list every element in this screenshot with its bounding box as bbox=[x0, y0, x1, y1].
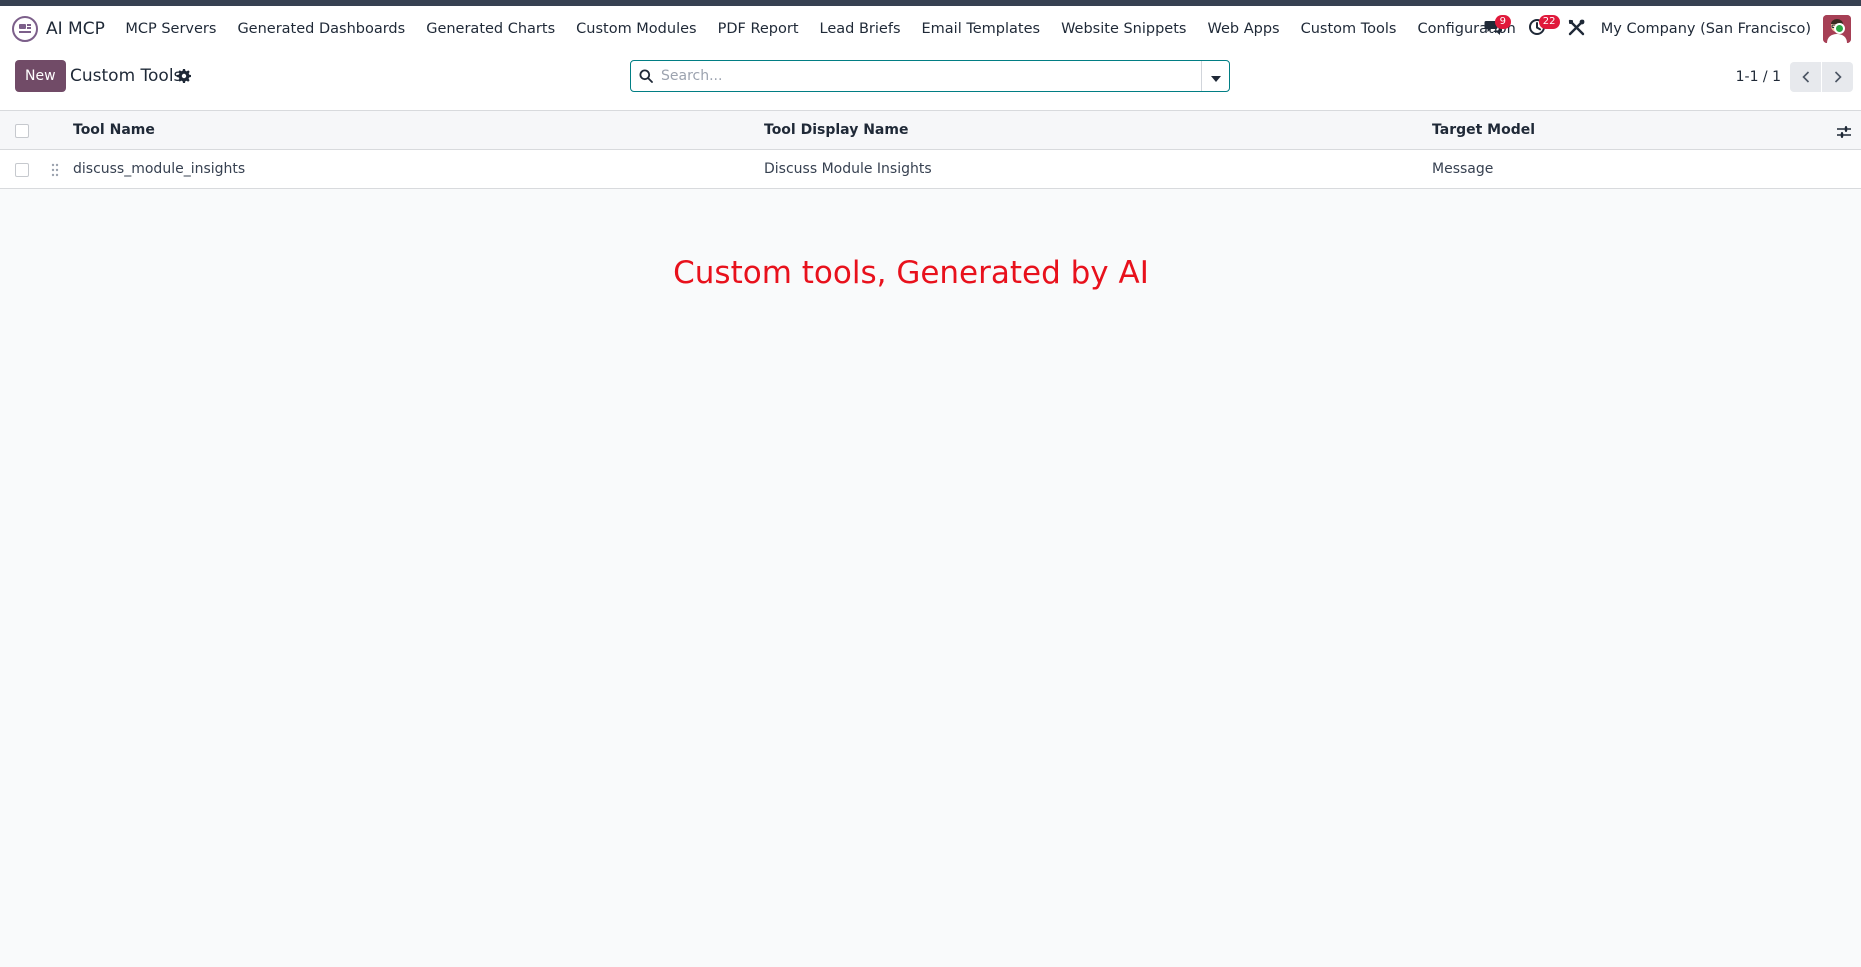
cell-tool-name[interactable]: discuss_module_insights bbox=[73, 150, 245, 189]
drag-handle-icon[interactable] bbox=[51, 162, 59, 181]
search-icon bbox=[631, 69, 661, 83]
company-switcher[interactable]: My Company (San Francisco) bbox=[1595, 21, 1823, 37]
top-menu: MCP Servers Generated Dashboards Generat… bbox=[115, 6, 1526, 52]
gear-icon[interactable] bbox=[177, 68, 191, 87]
wrench-screwdriver-icon bbox=[1568, 19, 1585, 40]
pager-previous-button[interactable] bbox=[1790, 62, 1821, 92]
pager-value[interactable]: 1-1 / 1 bbox=[1736, 69, 1781, 85]
online-status-dot bbox=[1834, 23, 1845, 34]
table-row[interactable]: discuss_module_insights Discuss Module I… bbox=[0, 150, 1861, 189]
menu-item-mcp-servers[interactable]: MCP Servers bbox=[115, 6, 227, 52]
chevron-right-icon bbox=[1834, 68, 1842, 87]
activities-button[interactable]: 22 bbox=[1515, 6, 1560, 52]
messages-badge: 9 bbox=[1494, 15, 1511, 29]
list-view-table: Tool Name Tool Display Name Target Model… bbox=[0, 110, 1861, 189]
menu-item-pdf-report[interactable]: PDF Report bbox=[707, 6, 809, 52]
pager: 1-1 / 1 bbox=[1736, 62, 1853, 92]
column-header-tool-display-name[interactable]: Tool Display Name bbox=[764, 111, 908, 150]
ai-mcp-logo-icon bbox=[12, 16, 38, 42]
messages-button[interactable]: 9 bbox=[1471, 6, 1515, 52]
menu-item-email-templates[interactable]: Email Templates bbox=[911, 6, 1051, 52]
systray: 9 22 My Company (San Francisco) bbox=[1471, 6, 1861, 52]
activities-badge: 22 bbox=[1538, 15, 1560, 29]
empty-helper-text: Custom tools, Generated by AI bbox=[673, 255, 1149, 291]
app-brand[interactable]: AI MCP bbox=[0, 6, 115, 52]
menu-item-generated-charts[interactable]: Generated Charts bbox=[416, 6, 566, 52]
cell-tool-display-name[interactable]: Discuss Module Insights bbox=[764, 150, 932, 189]
row-checkbox[interactable] bbox=[15, 163, 29, 177]
optional-columns-toggle-icon[interactable] bbox=[1837, 123, 1851, 142]
new-button[interactable]: New bbox=[15, 60, 66, 92]
menu-item-custom-tools[interactable]: Custom Tools bbox=[1290, 6, 1407, 52]
select-all-checkbox[interactable] bbox=[15, 124, 29, 138]
menu-item-lead-briefs[interactable]: Lead Briefs bbox=[809, 6, 911, 52]
main-navbar: AI MCP MCP Servers Generated Dashboards … bbox=[0, 6, 1861, 52]
column-header-tool-name[interactable]: Tool Name bbox=[73, 111, 155, 150]
page-title[interactable]: Custom Tools bbox=[70, 66, 182, 86]
search-box bbox=[630, 60, 1230, 92]
menu-item-custom-modules[interactable]: Custom Modules bbox=[566, 6, 707, 52]
cell-target-model[interactable]: Message bbox=[1432, 150, 1493, 189]
user-avatar[interactable] bbox=[1823, 15, 1851, 43]
menu-item-web-apps[interactable]: Web Apps bbox=[1197, 6, 1290, 52]
control-panel: New Custom Tools 1-1 / 1 bbox=[0, 52, 1861, 110]
caret-down-icon bbox=[1210, 67, 1221, 86]
search-options-toggle[interactable] bbox=[1201, 61, 1229, 91]
search-input[interactable] bbox=[661, 61, 1201, 91]
app-name: AI MCP bbox=[46, 19, 105, 39]
menu-item-website-snippets[interactable]: Website Snippets bbox=[1051, 6, 1197, 52]
chevron-left-icon bbox=[1801, 68, 1810, 87]
pager-next-button[interactable] bbox=[1822, 62, 1853, 92]
table-header: Tool Name Tool Display Name Target Model bbox=[0, 111, 1861, 150]
menu-item-generated-dashboards[interactable]: Generated Dashboards bbox=[227, 6, 416, 52]
column-header-target-model[interactable]: Target Model bbox=[1432, 111, 1535, 150]
debug-tools-button[interactable] bbox=[1559, 6, 1595, 52]
